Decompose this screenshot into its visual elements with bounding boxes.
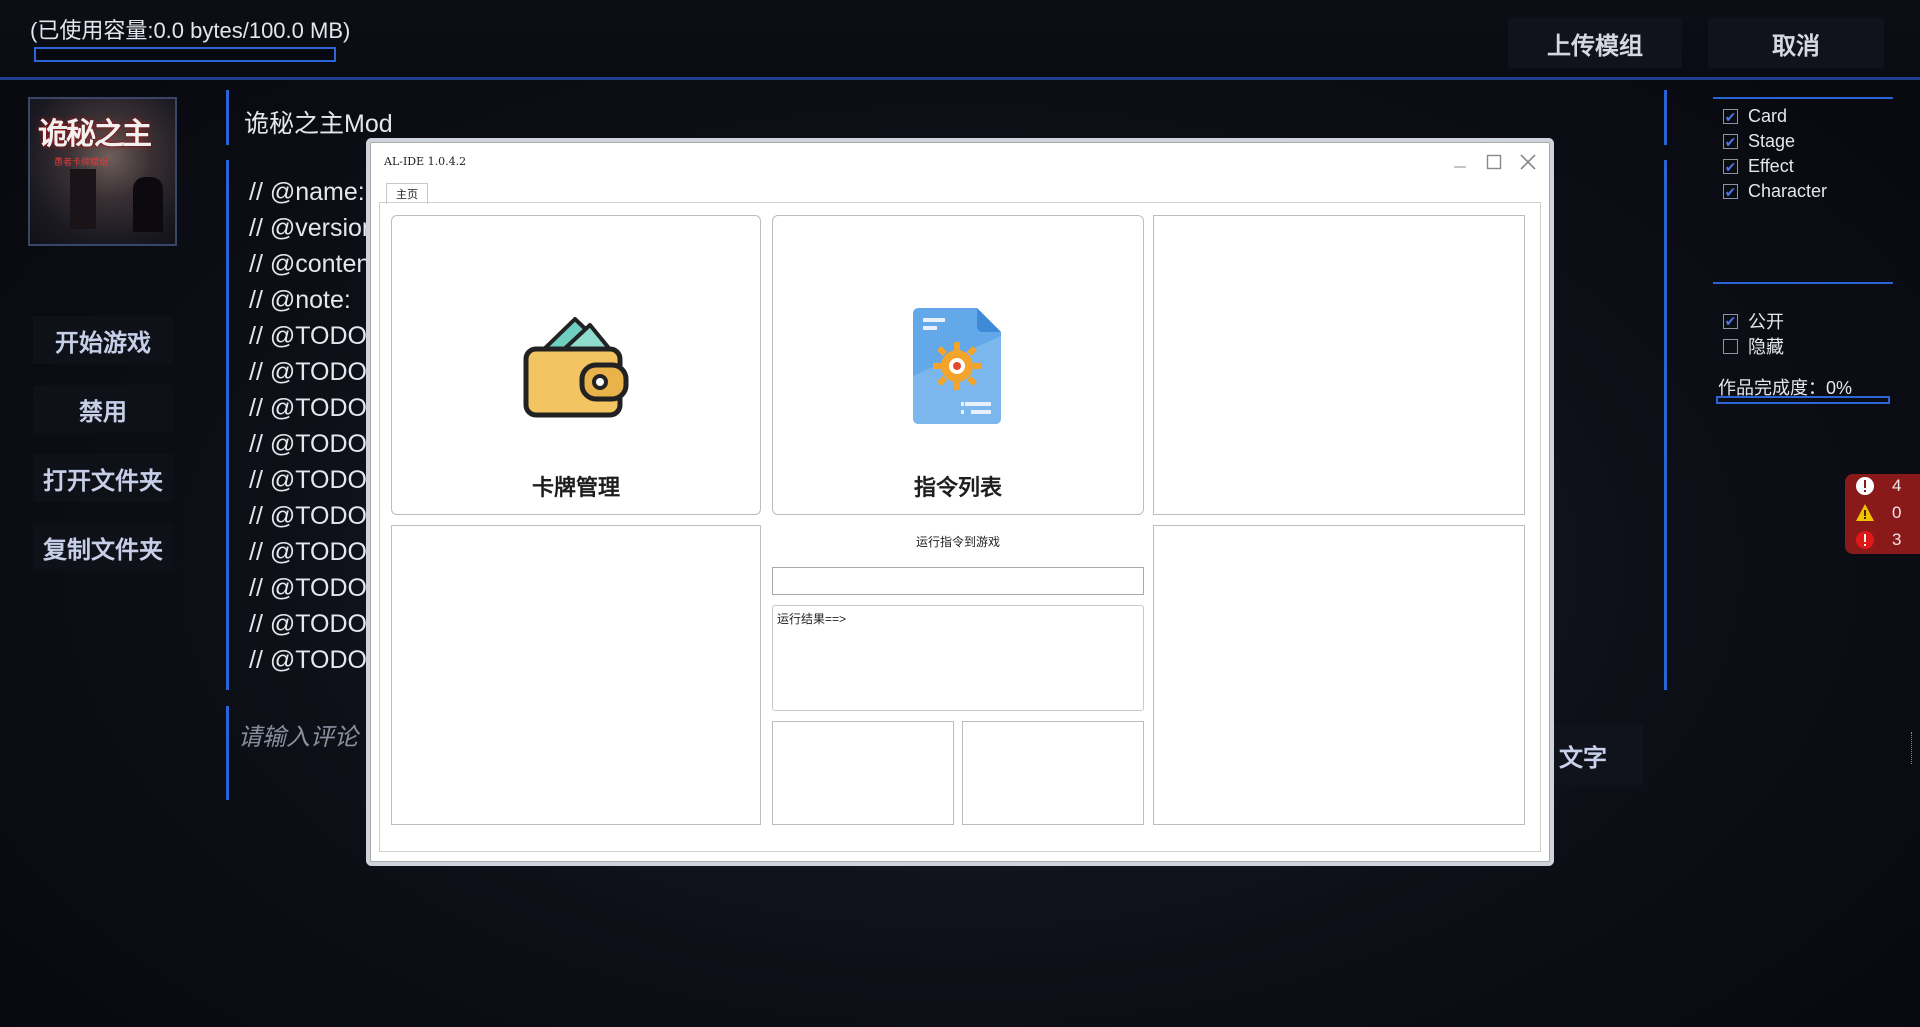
capacity-label: (已使用容量:0.0 bytes/100.0 MB): [30, 18, 351, 43]
visibility-label: 隐藏: [1748, 337, 1784, 357]
open-folder-button[interactable]: 打开文件夹: [33, 454, 173, 502]
tag-label: Character: [1748, 181, 1828, 201]
warning-icon: [1855, 503, 1875, 523]
tag-label: Stage: [1748, 131, 1796, 151]
code-line: // @conten: [249, 250, 371, 278]
run-command-label: 运行指令到游戏: [915, 535, 1000, 549]
checkbox-icon: [1723, 338, 1738, 354]
warning-count: 0: [1892, 503, 1902, 522]
card-manage-tile[interactable]: 卡牌管理: [391, 215, 761, 515]
run-command-panel: 运行指令到游戏 运行结果==>: [772, 525, 1144, 825]
info-icon: [1855, 476, 1875, 496]
comment-input[interactable]: 请输入评论: [238, 717, 358, 752]
command-list-label: 指令列表: [913, 475, 1002, 501]
minimize-icon[interactable]: [1447, 151, 1473, 173]
info-count-row: 4: [1855, 476, 1901, 496]
title-right-line: [1664, 90, 1667, 145]
tag-label: Card: [1748, 106, 1788, 126]
settings-document-icon: [909, 306, 1009, 431]
thumbnail-subtitle: 愚者卡牌模组: [54, 157, 109, 167]
code-line: // @version: [249, 214, 376, 242]
tag-checkbox-stage[interactable]: ✔ Stage: [1723, 131, 1795, 152]
tab-home[interactable]: 主页: [386, 183, 428, 204]
code-line: // @TODO[: [249, 538, 374, 566]
command-list-tile[interactable]: 指令列表: [772, 215, 1144, 515]
tag-checkbox-card[interactable]: ✔ Card: [1723, 106, 1787, 127]
code-line: // @TODO[: [249, 358, 374, 386]
run-result-label: 运行结果==>: [777, 612, 847, 626]
capacity-progress-bar: [34, 47, 336, 62]
empty-tile[interactable]: [1153, 525, 1525, 825]
copy-folder-button[interactable]: 复制文件夹: [33, 523, 173, 571]
completion-progress-bar: [1716, 396, 1890, 404]
wallet-icon: [520, 311, 630, 426]
scroll-edge-marker[interactable]: [1911, 732, 1914, 764]
visibility-hidden-checkbox[interactable]: 隐藏: [1723, 333, 1784, 359]
mod-thumbnail[interactable]: 诡秘之主 愚者卡牌模组: [28, 97, 177, 246]
disable-button[interactable]: 禁用: [33, 385, 173, 433]
thumbnail-figure-shape: [133, 177, 163, 232]
code-line: // @note:: [249, 286, 351, 314]
code-accent-line: [226, 160, 229, 690]
visibility-divider: [1713, 282, 1893, 284]
code-line: // @TODO[: [249, 610, 374, 638]
tag-label: Effect: [1748, 156, 1794, 176]
home-tab-panel: 卡牌管理 指令列表 运行指令到游戏 运行结果==>: [379, 202, 1541, 852]
ide-window-title: AL-IDE 1.0.4.2: [384, 155, 467, 168]
run-result-output[interactable]: 运行结果==>: [772, 605, 1144, 711]
empty-sub-tile[interactable]: [962, 721, 1144, 825]
checkbox-icon: ✔: [1723, 108, 1738, 125]
checkbox-icon: ✔: [1723, 313, 1738, 329]
upload-mod-button[interactable]: 上传模组: [1508, 18, 1682, 68]
error-count-row: 3: [1855, 530, 1901, 550]
command-input[interactable]: [772, 567, 1144, 595]
tag-checkbox-effect[interactable]: ✔ Effect: [1723, 156, 1794, 177]
code-line: // @TODO[: [249, 466, 374, 494]
issues-panel[interactable]: 4 0 3: [1845, 474, 1920, 554]
code-line: // @TODO[: [249, 394, 374, 422]
checkbox-icon: ✔: [1723, 183, 1738, 200]
maximize-icon[interactable]: [1481, 151, 1507, 173]
checkbox-icon: ✔: [1723, 158, 1738, 175]
empty-sub-tile[interactable]: [772, 721, 954, 825]
comment-accent-line: [226, 706, 229, 800]
title-accent-line: [226, 90, 229, 145]
empty-tile[interactable]: [1153, 215, 1525, 515]
code-line: // @TODO[: [249, 646, 374, 674]
code-line: // @name:: [249, 178, 365, 206]
code-line: // @TODO[: [249, 430, 374, 458]
error-icon: [1855, 530, 1875, 550]
code-line: // @TODO[: [249, 502, 374, 530]
info-count: 4: [1892, 476, 1902, 495]
mod-title[interactable]: 诡秘之主Mod: [244, 104, 393, 140]
tags-top-divider: [1713, 97, 1893, 99]
thumbnail-tower-shape: [70, 169, 96, 229]
start-game-button[interactable]: 开始游戏: [33, 316, 173, 364]
code-line: // @TODO[: [249, 574, 374, 602]
code-line: // @TODO[: [249, 322, 374, 350]
visibility-label: 公开: [1748, 312, 1784, 332]
tag-checkbox-character[interactable]: ✔ Character: [1723, 181, 1827, 202]
warning-count-row: 0: [1855, 503, 1901, 523]
cancel-button[interactable]: 取消: [1708, 18, 1884, 68]
ide-window: AL-IDE 1.0.4.2 主页 卡牌管理 指令列表 运行指令到游戏 运行结果…: [370, 142, 1550, 862]
close-icon[interactable]: [1515, 151, 1541, 173]
code-right-line: [1664, 160, 1667, 690]
card-manage-label: 卡牌管理: [531, 475, 620, 501]
thumbnail-logo-text: 诡秘之主: [38, 117, 152, 152]
error-count: 3: [1892, 530, 1902, 549]
top-bar: (已使用容量:0.0 bytes/100.0 MB) 上传模组 取消: [0, 0, 1920, 80]
checkbox-icon: ✔: [1723, 133, 1738, 150]
visibility-public-checkbox[interactable]: ✔ 公开: [1723, 308, 1784, 334]
empty-tile[interactable]: [391, 525, 761, 825]
